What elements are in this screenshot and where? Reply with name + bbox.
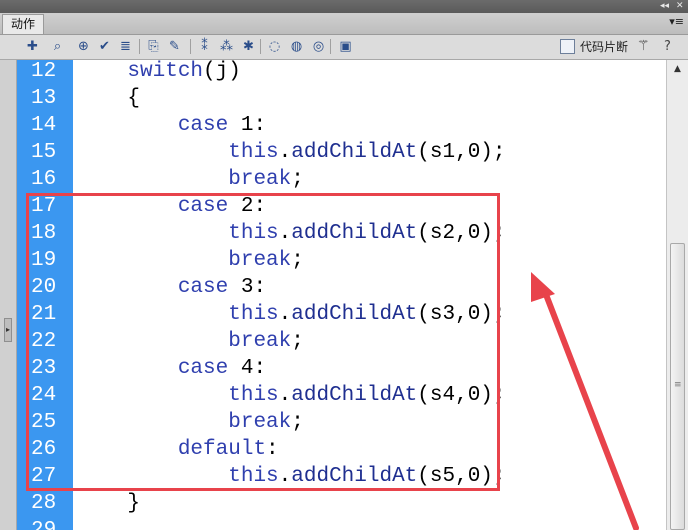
- arrow-head: [531, 272, 555, 302]
- annotation-arrow: [531, 272, 639, 530]
- arrow-shaft: [542, 289, 639, 530]
